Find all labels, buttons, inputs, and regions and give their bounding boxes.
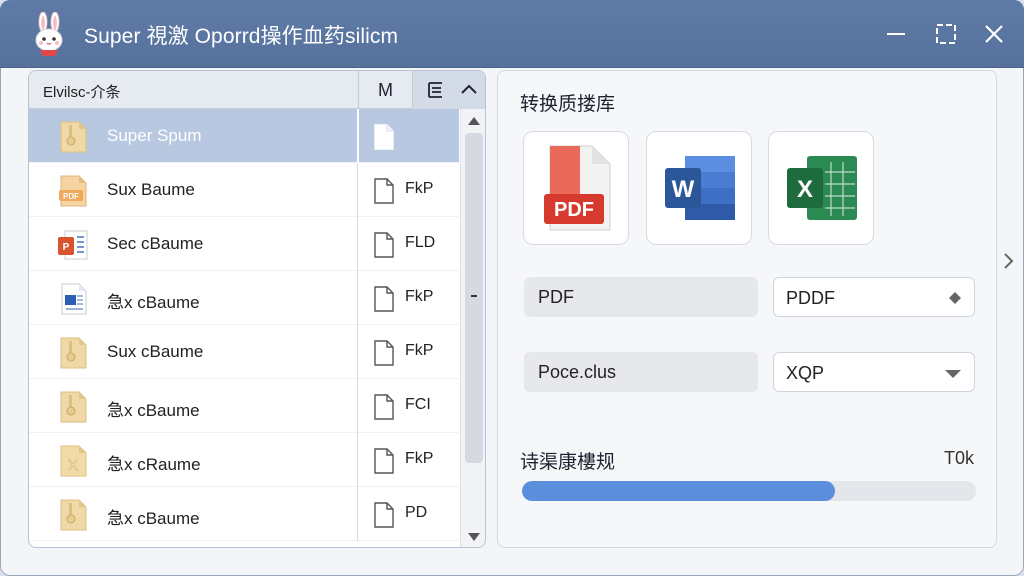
- document-icon: [373, 178, 395, 204]
- document-icon: [373, 232, 395, 258]
- pdf-format-label: PDF: [554, 199, 594, 221]
- file-name: 急x cRaume: [107, 455, 201, 474]
- powerpoint-file-icon: P: [55, 227, 91, 263]
- title-bar: Super 視激 Oporrd操作血药silicm: [0, 0, 1024, 68]
- file-type: FCI: [405, 396, 431, 413]
- file-row[interactable]: Sux cBaume FkP: [29, 325, 459, 379]
- document-icon: [373, 286, 395, 312]
- progress-label: 诗渠康樓规: [520, 452, 616, 473]
- file-type: FkP: [405, 450, 434, 467]
- progress-bar: [522, 481, 976, 501]
- file-type: PD: [405, 504, 428, 521]
- app-window: Super 視激 Oporrd操作血药silicm Elvilsc-介条 M S…: [0, 0, 1024, 576]
- list-sort-icon: [428, 82, 442, 98]
- word-file-icon: [55, 281, 91, 317]
- column-divider: [357, 379, 358, 433]
- column-divider: [357, 271, 358, 325]
- file-type: FkP: [405, 288, 434, 305]
- file-row[interactable]: 急x cBaume FkP: [29, 271, 459, 325]
- word-format-card[interactable]: W: [646, 131, 752, 245]
- diamond-spinner-icon: [949, 292, 961, 304]
- document-icon: [373, 340, 395, 366]
- file-row[interactable]: P Sec cBaume FLD: [29, 217, 459, 271]
- word-format-icon: W: [665, 156, 735, 220]
- chevron-down-icon: [945, 370, 961, 378]
- option2-select[interactable]: XQP: [773, 352, 975, 392]
- file-row[interactable]: 急x cBaume PD: [29, 487, 459, 541]
- column-divider: [357, 217, 358, 271]
- pdf-format-card[interactable]: PDF: [523, 131, 629, 245]
- column-divider: [357, 433, 358, 487]
- svg-text:X: X: [68, 457, 78, 474]
- option1-label: PDF: [524, 277, 758, 317]
- file-list-panel: Elvilsc-介条 M Super Spum PDF Sux Baume FkP P S…: [28, 70, 486, 548]
- progress-value: T0k: [943, 448, 974, 468]
- option2-label: Poce.clus: [524, 352, 758, 392]
- window-title: Super 視激 Oporrd操作血药silicm: [84, 25, 399, 48]
- vertical-scrollbar[interactable]: [460, 109, 485, 547]
- progress-fill: [522, 481, 836, 501]
- file-type: FkP: [405, 342, 434, 359]
- maximize-button[interactable]: [932, 20, 960, 48]
- rabbit-logo-icon: [35, 12, 63, 56]
- excel-format-label: X: [797, 176, 813, 203]
- file-name: 急x cBaume: [107, 293, 200, 312]
- chevron-up-icon: [461, 84, 477, 94]
- archive-icon: [55, 389, 91, 425]
- svg-text:P: P: [63, 242, 70, 253]
- scroll-up-arrow-icon[interactable]: [467, 115, 481, 127]
- file-row[interactable]: 急x cBaume FCI: [29, 379, 459, 433]
- document-icon: [373, 124, 395, 150]
- file-list-header: Elvilsc-介条 M: [29, 71, 485, 109]
- file-row[interactable]: Super Spum: [29, 109, 459, 163]
- conversion-panel: 转换质搂库 PDF W X PDF PDDF Poce.clus XQP 诗渠康…: [497, 70, 997, 548]
- column-divider: [357, 109, 359, 163]
- file-name: Sec cBaume: [107, 234, 204, 253]
- convert-section-title: 转换质搂库: [520, 94, 616, 115]
- name-column-header[interactable]: Elvilsc-介条: [43, 81, 121, 102]
- word-format-label: W: [672, 176, 695, 203]
- column-divider: [357, 325, 358, 379]
- column-divider: [357, 487, 358, 541]
- file-list: Super Spum PDF Sux Baume FkP P Sec cBaume FLD 急…: [29, 109, 459, 547]
- close-button[interactable]: [980, 20, 1008, 48]
- file-name: Sux cBaume: [107, 342, 204, 361]
- scroll-thumb[interactable]: [465, 133, 483, 463]
- excel-format-card[interactable]: X: [768, 131, 874, 245]
- svg-text:PDF: PDF: [63, 192, 79, 201]
- file-name: Sux Baume: [107, 180, 195, 199]
- file-name: 急x cBaume: [107, 509, 200, 528]
- file-row[interactable]: PDF Sux Baume FkP: [29, 163, 459, 217]
- file-type: FLD: [405, 234, 436, 251]
- pdf-format-icon: PDF: [544, 145, 611, 231]
- file-type: FkP: [405, 180, 434, 197]
- document-icon: [373, 502, 395, 528]
- sort-column-header[interactable]: [412, 71, 485, 109]
- minimize-button[interactable]: [882, 20, 910, 48]
- archive-icon: [55, 497, 91, 533]
- document-icon: [373, 394, 395, 420]
- file-name: 急x cBaume: [107, 401, 200, 420]
- column-m-header[interactable]: M: [358, 71, 412, 109]
- option2-value: XQP: [786, 363, 825, 383]
- archive-icon: [55, 119, 91, 155]
- excel-file-icon: X: [55, 443, 91, 479]
- option1-select[interactable]: PDDF: [773, 277, 975, 317]
- document-icon: [373, 448, 395, 474]
- scroll-grip: [471, 295, 477, 297]
- archive-icon: [55, 335, 91, 371]
- file-row[interactable]: X 急x cRaume FkP: [29, 433, 459, 487]
- option1-value: PDDF: [786, 288, 835, 308]
- scroll-down-arrow-icon[interactable]: [467, 531, 481, 543]
- excel-format-icon: X: [787, 156, 857, 220]
- file-name: Super Spum: [107, 126, 202, 145]
- chevron-right-icon[interactable]: [1000, 250, 1016, 272]
- pdf-file-icon: PDF: [55, 173, 91, 209]
- column-divider: [357, 163, 358, 217]
